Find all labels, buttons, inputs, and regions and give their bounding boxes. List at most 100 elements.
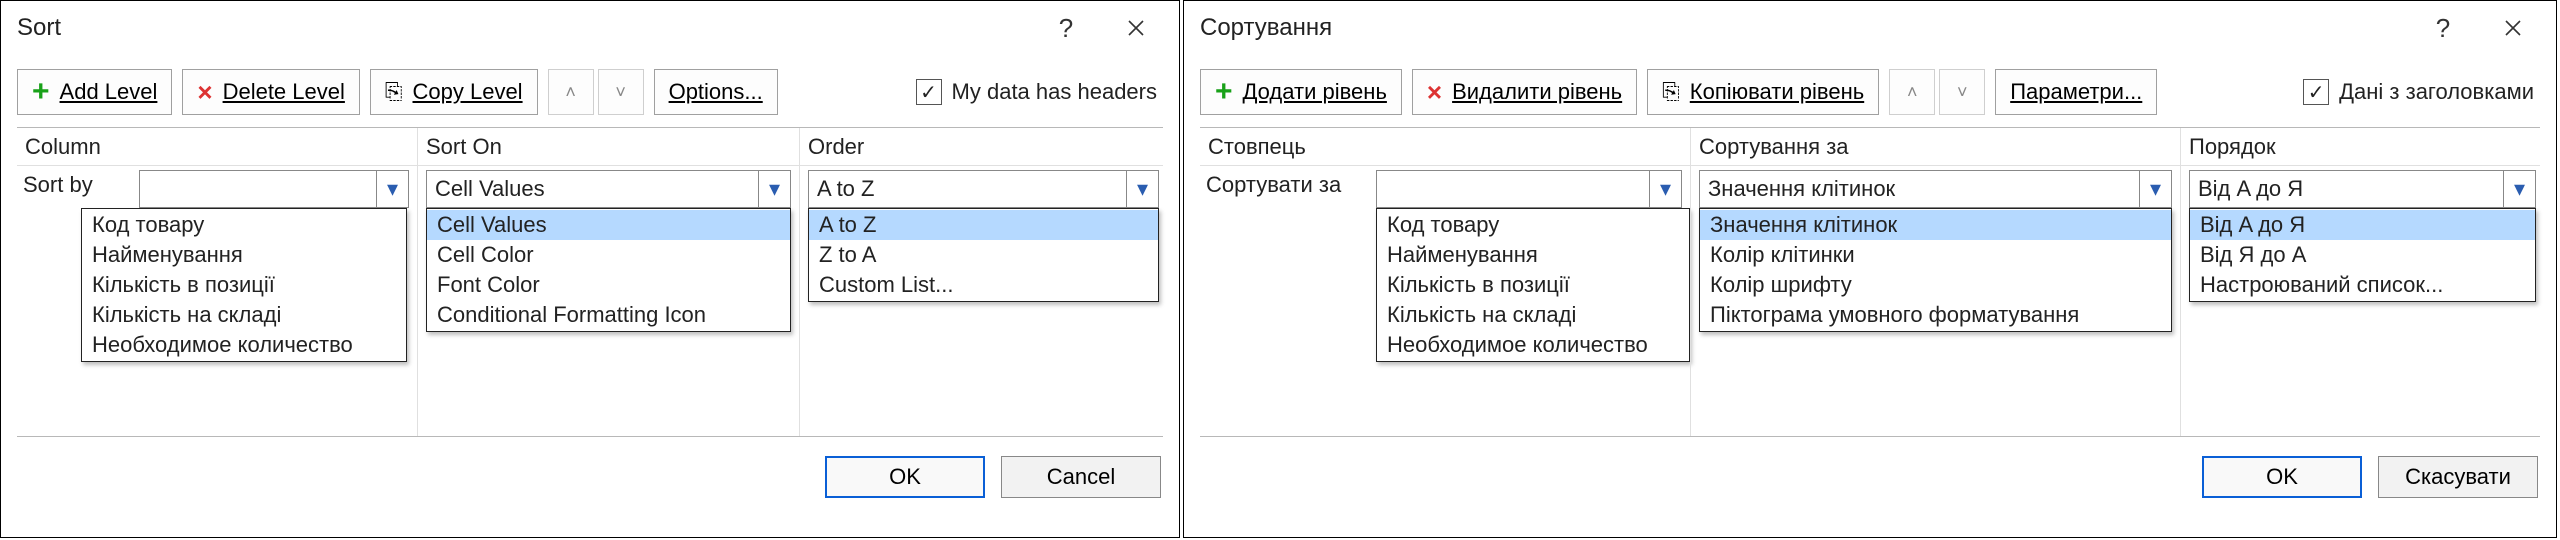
sorton-dropdown[interactable]: Значення клітинок Колір клітинки Колір ш…: [1699, 208, 2172, 332]
options-button[interactable]: Options...: [654, 69, 778, 115]
col-header-column: Column: [17, 128, 417, 166]
list-item[interactable]: Cell Values: [427, 210, 790, 240]
close-button[interactable]: [1101, 5, 1171, 51]
copy-level-button[interactable]: ⎘ Копіювати рівень: [1647, 69, 1879, 115]
chevron-down-icon: ▾: [2139, 171, 2171, 207]
list-item[interactable]: Значення клітинок: [1700, 210, 2171, 240]
list-item[interactable]: Від A до Я: [2190, 210, 2535, 240]
sorton-value: Значення клітинок: [1700, 176, 2139, 202]
list-item[interactable]: Найменування: [82, 240, 406, 270]
copy-level-button[interactable]: ⎘ Copy Level: [370, 69, 538, 115]
chevron-down-icon: ▾: [376, 171, 408, 207]
add-level-button[interactable]: + Add Level: [17, 69, 172, 115]
col-header-column: Стовпець: [1200, 128, 1690, 166]
order-combo[interactable]: A to Z ▾: [808, 170, 1159, 208]
order-value: A to Z: [809, 176, 1126, 202]
sort-dialog-uk: Сортування ? + Додати рівень × Видалити …: [1183, 0, 2557, 538]
sortby-dropdown[interactable]: Код товару Найменування Кількість в пози…: [1376, 208, 1690, 362]
copy-level-label: Copy Level: [413, 79, 523, 104]
checkbox-icon: ✓: [2303, 79, 2329, 105]
ok-button[interactable]: OK: [825, 456, 985, 498]
chevron-up-icon: ˄: [565, 82, 576, 103]
list-item[interactable]: Z to A: [809, 240, 1158, 270]
list-item[interactable]: Custom List...: [809, 270, 1158, 300]
sorton-value: Cell Values: [427, 176, 758, 202]
chevron-down-icon: ˅: [615, 82, 626, 103]
list-item[interactable]: Кількість на складі: [82, 300, 406, 330]
sortby-label: Сортувати за: [1206, 172, 1341, 198]
dialog-title: Сортування: [1200, 14, 2408, 42]
order-dropdown[interactable]: A to Z Z to A Custom List...: [808, 208, 1159, 302]
move-up-button[interactable]: ˄: [1889, 69, 1935, 115]
list-item[interactable]: Cell Color: [427, 240, 790, 270]
list-item[interactable]: Від Я до A: [2190, 240, 2535, 270]
list-item[interactable]: Кількість в позиції: [1377, 270, 1689, 300]
sort-grid: Стовпець Сортувати за ▾ Код товару Найме…: [1200, 127, 2540, 437]
headers-checkbox-label: My data has headers: [952, 79, 1157, 105]
ok-button[interactable]: OK: [2202, 456, 2362, 498]
list-item[interactable]: Піктограма умовного форматування: [1700, 300, 2171, 330]
list-item[interactable]: Колір клітинки: [1700, 240, 2171, 270]
move-buttons: ˄ ˅: [548, 69, 644, 115]
plus-icon: +: [32, 77, 50, 107]
move-down-button[interactable]: ˅: [598, 69, 644, 115]
chevron-down-icon: ˅: [1957, 82, 1968, 103]
sortby-dropdown[interactable]: Код товару Найменування Кількість в пози…: [81, 208, 407, 362]
close-icon: [2504, 19, 2522, 37]
help-button[interactable]: ?: [2408, 5, 2478, 51]
list-item[interactable]: A to Z: [809, 210, 1158, 240]
delete-level-button[interactable]: × Видалити рівень: [1412, 69, 1637, 115]
close-button[interactable]: [2478, 5, 2548, 51]
copy-icon: ⎘: [1662, 79, 1680, 105]
delete-level-button[interactable]: × Delete Level: [182, 69, 360, 115]
toolbar: + Add Level × Delete Level ⎘ Copy Level …: [1, 55, 1179, 127]
order-combo[interactable]: Від A до Я ▾: [2189, 170, 2536, 208]
sorton-combo[interactable]: Значення клітинок ▾: [1699, 170, 2172, 208]
chevron-up-icon: ˄: [1907, 82, 1918, 103]
list-item[interactable]: Код товару: [82, 210, 406, 240]
delete-level-label: Delete Level: [223, 79, 345, 104]
dialog-footer: OK Скасувати: [1184, 437, 2556, 517]
list-item[interactable]: Найменування: [1377, 240, 1689, 270]
list-item[interactable]: Необходимое количество: [82, 330, 406, 360]
headers-checkbox[interactable]: ✓ My data has headers: [916, 79, 1163, 105]
plus-icon: +: [1215, 77, 1233, 107]
titlebar: Сортування ?: [1184, 1, 2556, 55]
chevron-down-icon: ▾: [1126, 171, 1158, 207]
list-item[interactable]: Кількість в позиції: [82, 270, 406, 300]
list-item[interactable]: Кількість на складі: [1377, 300, 1689, 330]
sorton-dropdown[interactable]: Cell Values Cell Color Font Color Condit…: [426, 208, 791, 332]
list-item[interactable]: Код товару: [1377, 210, 1689, 240]
add-level-label: Додати рівень: [1243, 79, 1387, 104]
options-button[interactable]: Параметри...: [1995, 69, 2157, 115]
headers-checkbox[interactable]: ✓ Дані з заголовками: [2303, 79, 2540, 105]
dialog-title: Sort: [17, 14, 1031, 42]
close-icon: [1127, 19, 1145, 37]
add-level-label: Add Level: [60, 79, 158, 104]
cancel-button[interactable]: Cancel: [1001, 456, 1161, 498]
help-button[interactable]: ?: [1031, 5, 1101, 51]
copy-level-label: Копіювати рівень: [1690, 79, 1864, 104]
options-label: Options...: [669, 79, 763, 105]
delete-level-label: Видалити рівень: [1452, 79, 1622, 104]
list-item[interactable]: Колір шрифту: [1700, 270, 2171, 300]
sort-grid: Column Sort by ▾ Код товару Найменування…: [17, 127, 1163, 437]
dialog-footer: OK Cancel: [1, 437, 1179, 517]
chevron-down-icon: ▾: [758, 171, 790, 207]
list-item[interactable]: Настроюваний список...: [2190, 270, 2535, 300]
list-item[interactable]: Font Color: [427, 270, 790, 300]
add-level-button[interactable]: + Додати рівень: [1200, 69, 1402, 115]
sortby-combo[interactable]: ▾: [139, 170, 409, 208]
order-dropdown[interactable]: Від A до Я Від Я до A Настроюваний списо…: [2189, 208, 2536, 302]
cancel-button[interactable]: Скасувати: [2378, 456, 2538, 498]
sort-dialog-en: Sort ? + Add Level × Delete Level ⎘ Copy…: [0, 0, 1180, 538]
move-down-button[interactable]: ˅: [1939, 69, 1985, 115]
list-item[interactable]: Необходимое количество: [1377, 330, 1689, 360]
list-item[interactable]: Conditional Formatting Icon: [427, 300, 790, 330]
col-header-sorton: Сортування за: [1691, 128, 2180, 166]
toolbar: + Додати рівень × Видалити рівень ⎘ Копі…: [1184, 55, 2556, 127]
sortby-combo[interactable]: ▾: [1376, 170, 1682, 208]
sorton-combo[interactable]: Cell Values ▾: [426, 170, 791, 208]
chevron-down-icon: ▾: [2503, 171, 2535, 207]
move-up-button[interactable]: ˄: [548, 69, 594, 115]
